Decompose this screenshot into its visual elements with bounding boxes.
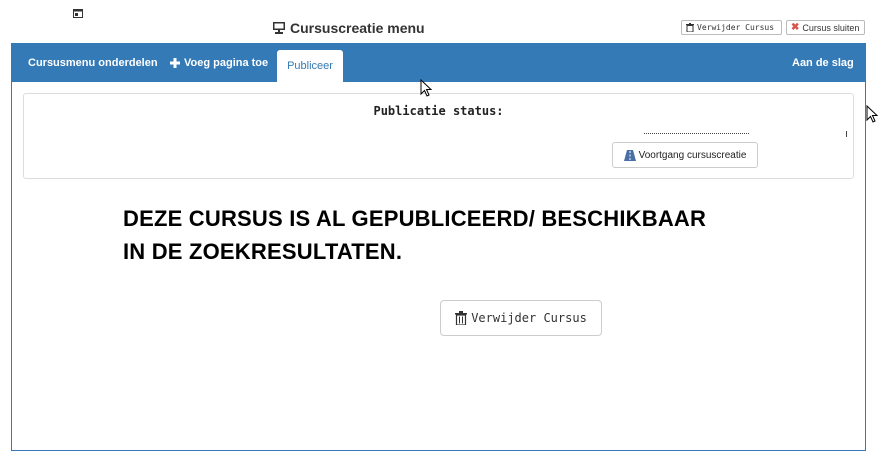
presentation-icon bbox=[273, 22, 285, 34]
close-icon: ✖ bbox=[791, 22, 800, 33]
course-creation-panel: Cursusmenu onderdelen Voeg pagina toe Pu… bbox=[11, 43, 866, 451]
tab-get-started[interactable]: Aan de slag bbox=[782, 44, 864, 82]
tab-course-menu-parts[interactable]: Cursusmenu onderdelen bbox=[18, 44, 168, 82]
trash-icon bbox=[455, 311, 468, 325]
close-course-button[interactable]: ✖ Cursus sluiten bbox=[786, 20, 865, 35]
tab-publish-label: Publiceer bbox=[287, 60, 333, 72]
published-notice: DEZE CURSUS IS AL GEPUBLICEERD/ BESCHIKB… bbox=[123, 202, 763, 268]
tab-publish[interactable]: Publiceer bbox=[277, 50, 343, 82]
window-icon bbox=[73, 9, 83, 18]
navbar: Cursusmenu onderdelen Voeg pagina toe Pu… bbox=[12, 44, 865, 82]
mouse-cursor-icon bbox=[420, 79, 432, 97]
road-icon bbox=[623, 149, 636, 161]
status-marker bbox=[846, 131, 847, 137]
delete-course-main-label: Verwijder Cursus bbox=[471, 311, 587, 325]
publication-status-title: Publicatie status: bbox=[373, 104, 504, 118]
delete-course-button[interactable]: Verwijder Cursus bbox=[681, 20, 782, 35]
status-divider bbox=[644, 133, 749, 135]
delete-course-main-button[interactable]: Verwijder Cursus bbox=[440, 300, 602, 336]
page-title-text: Cursuscreatie menu bbox=[290, 20, 425, 36]
course-progress-button[interactable]: Voortgang cursuscreatie bbox=[612, 142, 758, 168]
published-notice-line1: DEZE CURSUS IS AL GEPUBLICEERD/ BESCHIKB… bbox=[123, 206, 707, 231]
publication-status-box: Publicatie status: Voortgang cursuscreat… bbox=[23, 93, 854, 179]
plus-icon bbox=[170, 58, 180, 68]
trash-icon bbox=[686, 23, 694, 32]
tab-get-started-label: Aan de slag bbox=[792, 57, 854, 69]
published-notice-line2: IN DE ZOEKRESULTATEN. bbox=[123, 239, 403, 264]
mouse-cursor-icon bbox=[866, 105, 878, 123]
delete-course-label: Verwijder Cursus bbox=[697, 23, 775, 32]
tab-add-page[interactable]: Voeg pagina toe bbox=[160, 44, 278, 82]
page-title: Cursuscreatie menu bbox=[272, 20, 425, 36]
tab-add-page-label: Voeg pagina toe bbox=[184, 57, 269, 69]
tab-course-menu-parts-label: Cursusmenu onderdelen bbox=[28, 57, 158, 69]
close-course-label: Cursus sluiten bbox=[802, 22, 860, 33]
course-progress-label: Voortgang cursuscreatie bbox=[638, 149, 747, 161]
